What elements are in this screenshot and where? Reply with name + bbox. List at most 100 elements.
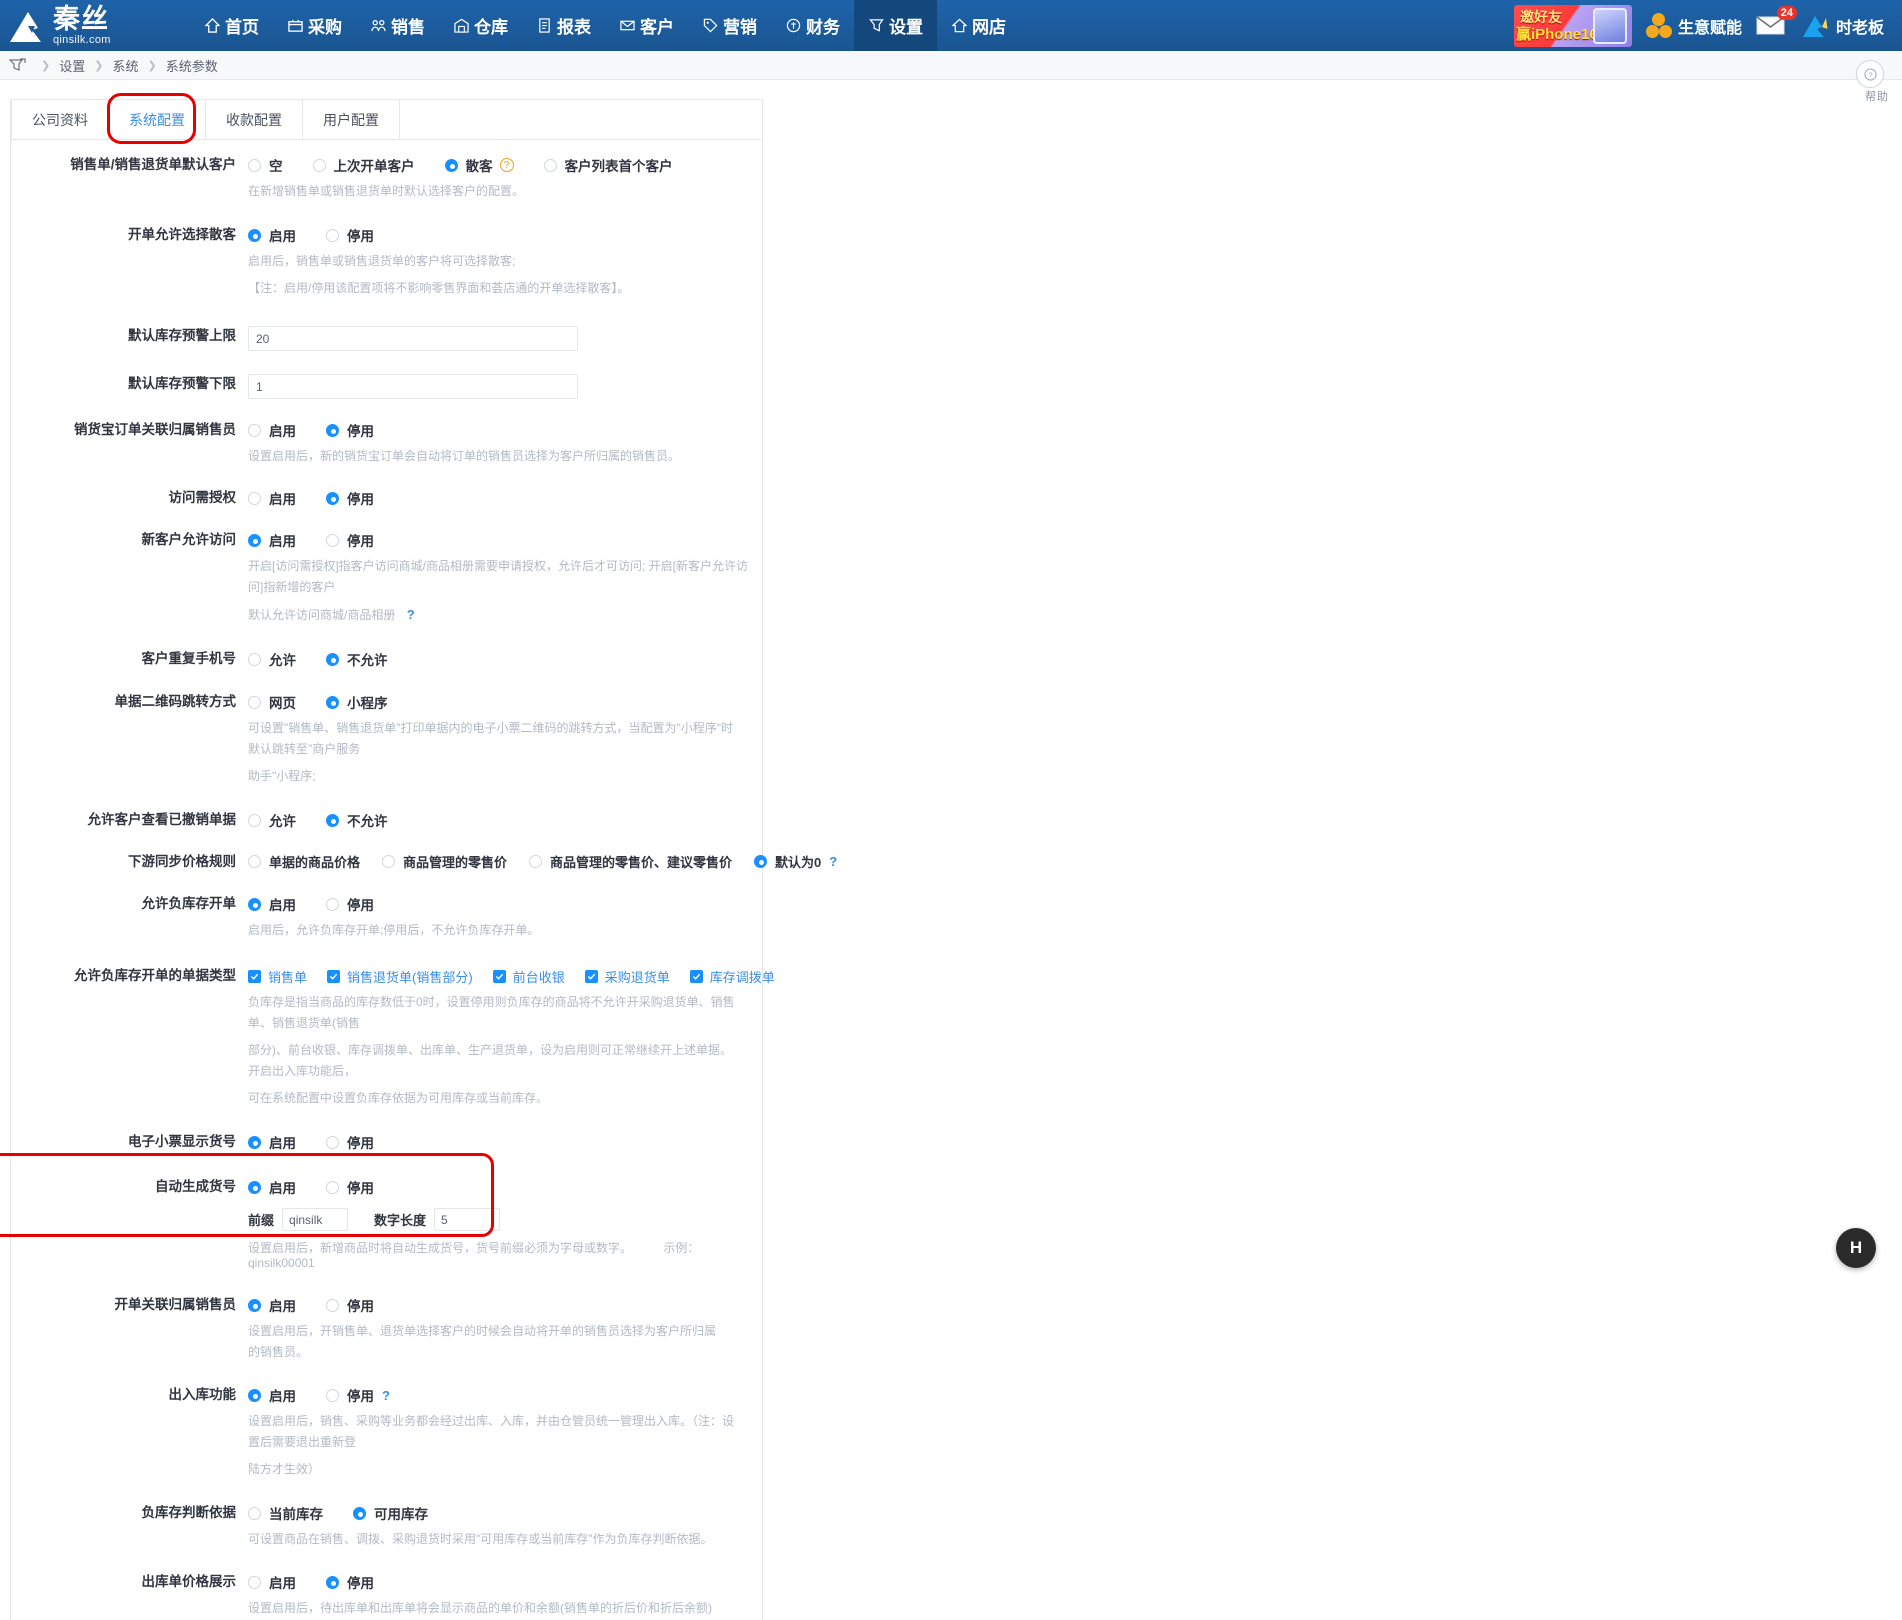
checkbox-purchase-return[interactable]: 采购退货单 — [585, 967, 670, 986]
radio-option-enable[interactable]: 启用 — [248, 1177, 296, 1197]
radio-group-visit-auth: 启用 停用 — [248, 488, 762, 508]
radio-option-disable[interactable]: 停用 ? — [326, 1385, 390, 1405]
tab-payment-config[interactable]: 收款配置 — [206, 100, 303, 140]
nav-item-customer[interactable]: 客户 — [605, 0, 688, 51]
nav-item-purchase[interactable]: 采购 — [273, 0, 356, 51]
radio-option-available-stock[interactable]: 可用库存 — [353, 1503, 428, 1523]
user-profile-button[interactable]: 时老板 — [1802, 13, 1884, 39]
field-label: 访问需授权 — [11, 479, 248, 508]
radio-option-webpage[interactable]: 网页 — [248, 692, 296, 712]
radio-option-empty[interactable]: 空 — [248, 155, 283, 175]
radio-option-last-customer[interactable]: 上次开单客户 — [313, 155, 415, 175]
stock-upper-input[interactable] — [248, 326, 578, 351]
digits-input[interactable] — [434, 1208, 500, 1231]
tab-system-config[interactable]: 系统配置 — [109, 100, 206, 140]
option-label: 启用 — [269, 1572, 296, 1592]
radio-group-default-customer: 空 上次开单客户 散客 ? 客户列表首个客户 — [248, 155, 762, 175]
radio-option-enable[interactable]: 启用 — [248, 1132, 296, 1152]
radio-option-disable[interactable]: 停用 — [326, 1295, 374, 1315]
breadcrumb-home-icon[interactable] — [9, 58, 26, 73]
option-label: 停用 — [347, 420, 374, 440]
breadcrumb-item-settings[interactable]: 设置 — [59, 56, 85, 75]
radio-option-walkin[interactable]: 散客 ? — [445, 155, 514, 175]
radio-option-disable[interactable]: 停用 — [326, 1132, 374, 1152]
field-description: 设置启用后，开销售单、退货单选择客户的时候会自动将开单的销售员选择为客户所归属的… — [248, 1321, 718, 1363]
radio-option-disable[interactable]: 停用 — [326, 1177, 374, 1197]
tab-label: 公司资料 — [32, 110, 88, 130]
breadcrumb-separator: ❯ — [94, 59, 103, 72]
field-control: 单据的商品价格 商品管理的零售价 商品管理的零售价、建议零售价 默认为0 ? — [248, 843, 762, 872]
nav-item-finance[interactable]: 财务 — [771, 0, 854, 51]
radio-option-retail-price[interactable]: 商品管理的零售价 — [382, 852, 507, 871]
field-control: 启用 停用 设置启用后，开销售单、退货单选择客户的时候会自动将开单的销售员选择为… — [248, 1286, 762, 1363]
radio-option-allow[interactable]: 允许 — [248, 810, 296, 830]
check-icon — [248, 970, 261, 983]
radio-indicator — [248, 1576, 261, 1589]
radio-option-disable[interactable]: 停用 — [326, 894, 374, 914]
settings-tabs: 公司资料 系统配置 收款配置 用户配置 — [11, 100, 762, 140]
form-row-negative-stock: 允许负库存开单 启用 停用 启用后，允许负库存开单;停用后，不允许负库存开单。 — [11, 885, 762, 941]
nav-item-warehouse[interactable]: 仓库 — [439, 0, 522, 51]
prefix-input[interactable] — [282, 1208, 348, 1231]
radio-option-first-in-list[interactable]: 客户列表首个客户 — [544, 155, 673, 175]
option-label: 可用库存 — [374, 1503, 428, 1523]
radio-option-bill-price[interactable]: 单据的商品价格 — [248, 852, 360, 871]
promo-banner-invite-friends[interactable]: 邀好友 赢iPhone16 — [1514, 5, 1632, 47]
option-label: 停用 — [347, 1385, 374, 1405]
radio-option-miniprogram[interactable]: 小程序 — [326, 692, 388, 712]
radio-option-enable[interactable]: 启用 — [248, 1385, 296, 1405]
radio-option-enable[interactable]: 启用 — [248, 1295, 296, 1315]
question-mark-icon[interactable]: ? — [407, 607, 415, 622]
field-label: 默认库存预警上限 — [11, 317, 248, 351]
radio-option-disable[interactable]: 停用 — [326, 225, 374, 245]
radio-indicator — [248, 159, 261, 172]
business-empowerment-button[interactable]: 生意赋能 — [1646, 13, 1742, 39]
radio-option-enable[interactable]: 启用 — [248, 420, 296, 440]
tab-company-profile[interactable]: 公司资料 — [11, 100, 109, 140]
radio-indicator — [326, 1136, 339, 1149]
nav-item-home[interactable]: 首页 — [190, 0, 273, 51]
radio-option-disable[interactable]: 停用 — [326, 530, 374, 550]
checkbox-sales-return[interactable]: 销售退货单(销售部分) — [327, 967, 473, 986]
breadcrumb-item-system[interactable]: 系统 — [112, 56, 138, 75]
radio-option-enable[interactable]: 启用 — [248, 530, 296, 550]
checkbox-label: 前台收银 — [513, 967, 565, 986]
radio-indicator — [248, 1136, 261, 1149]
tab-user-config[interactable]: 用户配置 — [303, 100, 400, 140]
nav-item-settings[interactable]: 设置 — [854, 0, 937, 51]
radio-option-retail-and-suggested[interactable]: 商品管理的零售价、建议零售价 — [529, 852, 732, 871]
help-button[interactable]: ? — [1856, 60, 1884, 88]
field-control: 网页 小程序 可设置"销售单、销售退货单"打印单据内的电子小票二维码的跳转方式，… — [248, 683, 762, 787]
radio-option-default-zero[interactable]: 默认为0 ? — [754, 852, 837, 871]
radio-option-disable[interactable]: 停用 — [326, 488, 374, 508]
option-label: 停用 — [347, 225, 374, 245]
radio-indicator — [248, 898, 261, 911]
message-inbox-button[interactable]: 24 — [1756, 13, 1788, 39]
nav-item-sales[interactable]: 销售 — [356, 0, 439, 51]
customer-support-fab[interactable]: H — [1836, 1228, 1876, 1268]
logo-mark-icon — [8, 6, 52, 46]
checkbox-front-cashier[interactable]: 前台收银 — [493, 967, 565, 986]
checkbox-sales-order[interactable]: 销售单 — [248, 967, 307, 986]
nav-item-report[interactable]: 报表 — [522, 0, 605, 51]
brand-logo[interactable]: 秦丝 qinsilk.com — [0, 0, 148, 51]
radio-option-disallow[interactable]: 不允许 — [326, 649, 388, 669]
radio-option-disable[interactable]: 停用 — [326, 1572, 374, 1592]
stock-lower-input[interactable] — [248, 374, 578, 399]
radio-option-enable[interactable]: 启用 — [248, 225, 296, 245]
radio-option-enable[interactable]: 启用 — [248, 488, 296, 508]
nav-item-marketing[interactable]: 营销 — [688, 0, 771, 51]
breadcrumb-item-system-params: 系统参数 — [166, 56, 218, 75]
question-circle-icon[interactable]: ? — [500, 158, 514, 172]
radio-option-disable[interactable]: 停用 — [326, 420, 374, 440]
radio-option-disallow[interactable]: 不允许 — [326, 810, 388, 830]
checkbox-stock-transfer[interactable]: 库存调拨单 — [690, 967, 775, 986]
radio-option-current-stock[interactable]: 当前库存 — [248, 1503, 323, 1523]
radio-option-enable[interactable]: 启用 — [248, 894, 296, 914]
radio-option-enable[interactable]: 启用 — [248, 1572, 296, 1592]
question-mark-icon[interactable]: ? — [382, 1388, 390, 1403]
radio-option-allow[interactable]: 允许 — [248, 649, 296, 669]
question-mark-icon[interactable]: ? — [829, 854, 837, 869]
nav-item-webstore[interactable]: 网店 — [937, 0, 1020, 51]
breadcrumb-separator: ❯ — [41, 59, 50, 72]
